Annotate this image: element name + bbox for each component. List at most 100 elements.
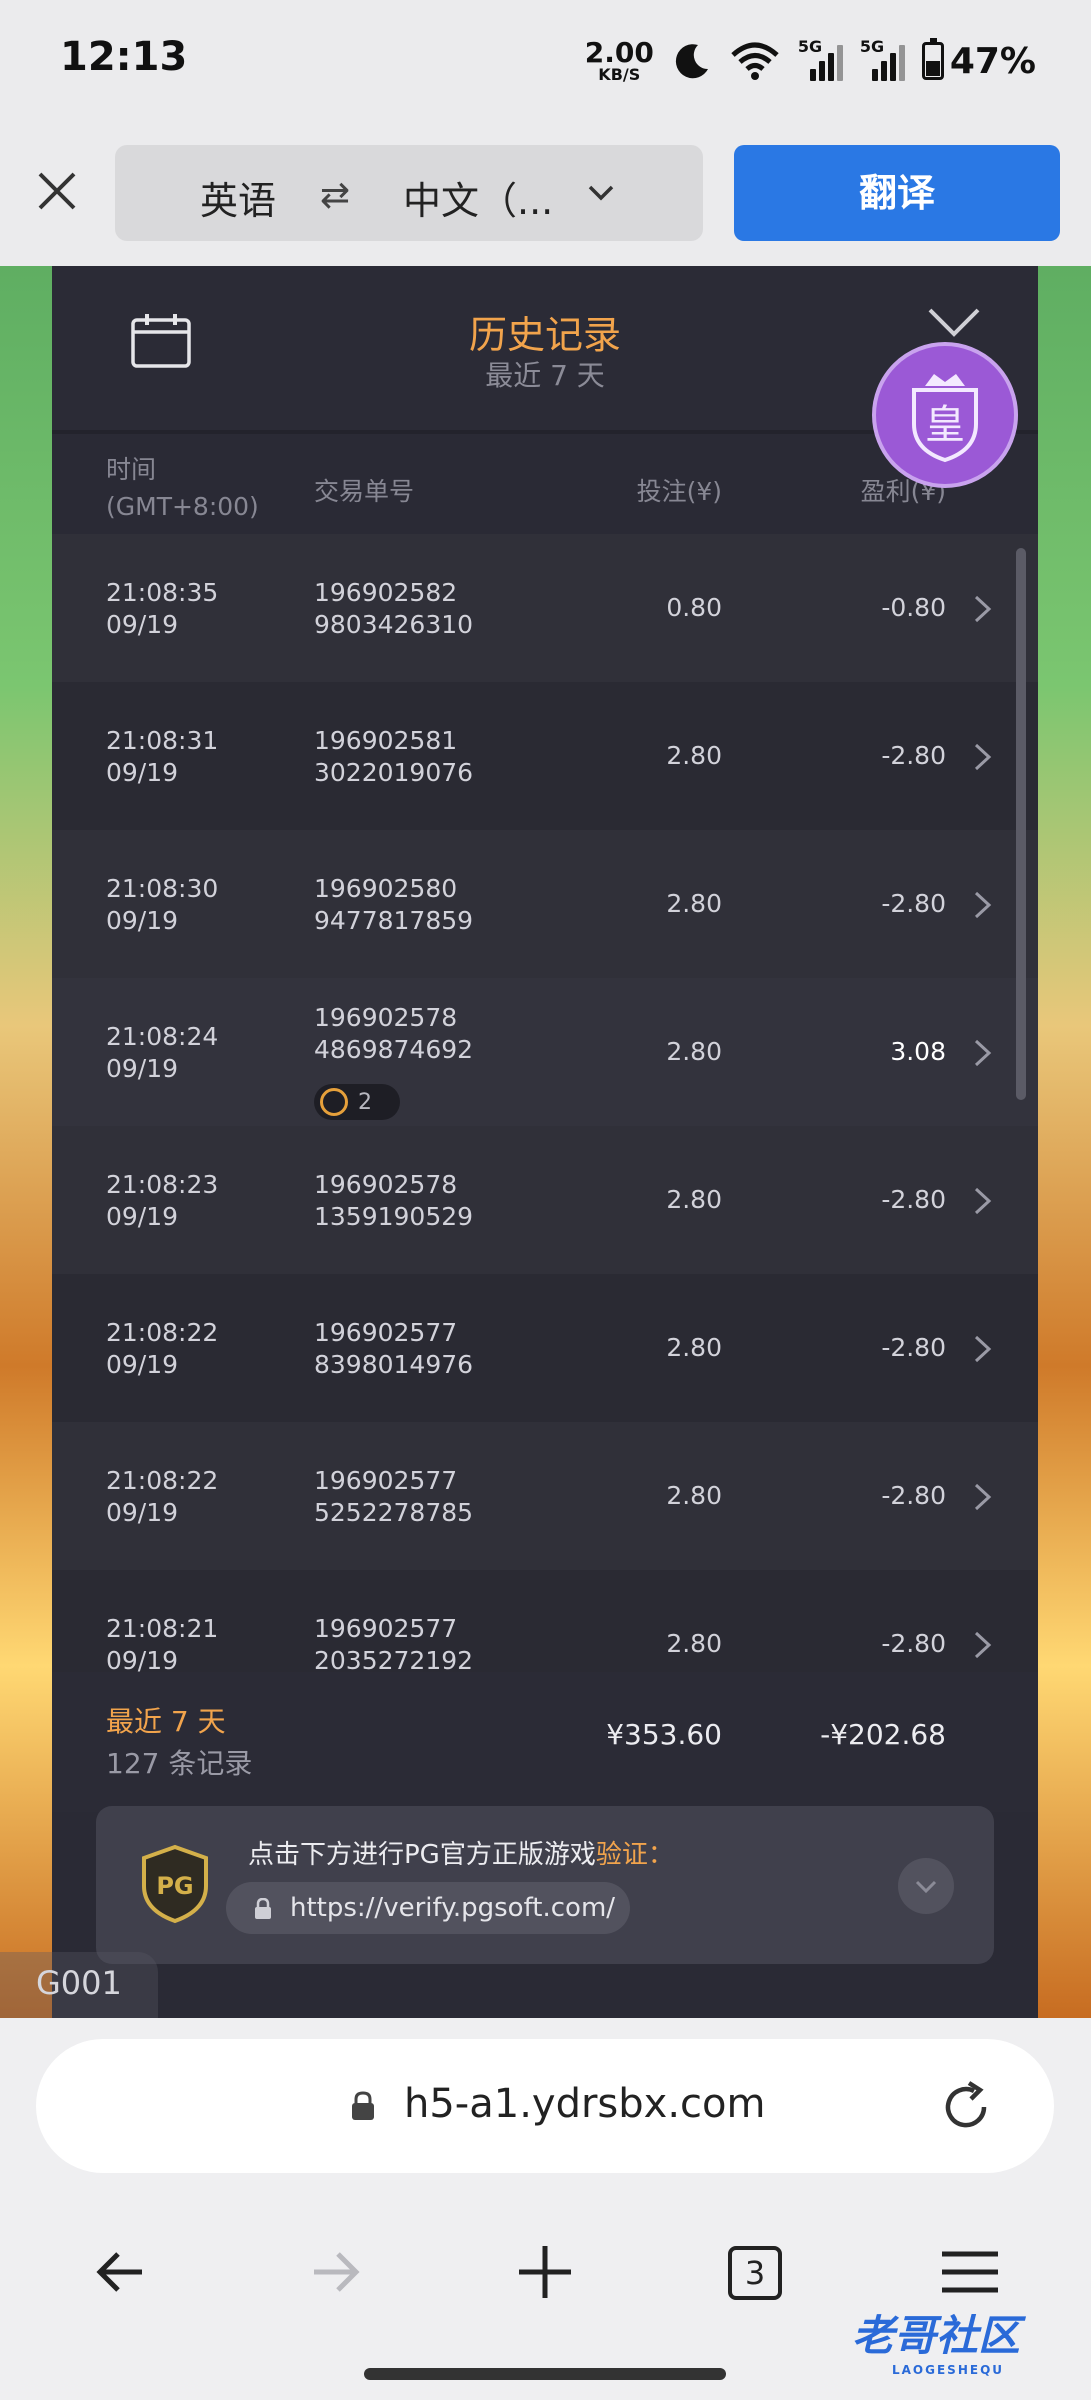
row-id-part1: 196902580 — [314, 874, 458, 903]
row-date: 09/19 — [106, 906, 179, 935]
language-selector[interactable]: 英语 ⇄ 中文（... — [115, 145, 703, 241]
signal2-label: 5G — [859, 37, 885, 56]
bottom-navigation: 3 老哥社区 LAOGESHEQU — [0, 2196, 1091, 2400]
address-bar: h5-a1.ydrsbx.com — [0, 2018, 1091, 2196]
row-bet: 2.80 — [666, 741, 722, 770]
row-id-part1: 196902577 — [314, 1466, 458, 1495]
translate-button[interactable]: 翻译 — [734, 145, 1060, 241]
game-code: G001 — [0, 1952, 158, 2018]
col-time: 时间 — [106, 455, 157, 484]
close-icon[interactable] — [34, 168, 80, 214]
translate-bar: 英语 ⇄ 中文（... 翻译 — [0, 120, 1091, 266]
watermark-sub: LAOGESHEQU — [892, 2363, 1005, 2377]
free-spin-badge: 2 — [314, 1084, 400, 1120]
status-bar: 12:13 2.00 KB/S 5G 5G 47% — [0, 0, 1091, 120]
row-id-part1: 196902581 — [314, 726, 458, 755]
row-id-part2: 9803426310 — [314, 610, 474, 639]
table-row[interactable]: 21:08:22 09/19 196902577 8398014976 2.80 -… — [52, 1274, 1038, 1422]
summary-range: 最近 7 天 — [106, 1705, 226, 1738]
row-time: 21:08:31 — [106, 726, 219, 755]
table-row[interactable]: 21:08:22 09/19 196902577 5252278785 2.80 -… — [52, 1422, 1038, 1570]
signal1-label: 5G — [797, 37, 823, 56]
row-time: 21:08:35 — [106, 578, 219, 607]
row-bet: 2.80 — [666, 1629, 722, 1658]
row-id-part1: 196902578 — [314, 1170, 458, 1199]
battery-level: 47% — [949, 40, 1036, 82]
watermark-text: 老哥社区 — [852, 2311, 1021, 2360]
row-bet: 2.80 — [666, 1185, 722, 1214]
table-row[interactable]: 21:08:31 09/19 196902581 3022019076 2.80 -… — [52, 682, 1038, 830]
row-time: 21:08:24 — [106, 1022, 219, 1051]
target-language[interactable]: 中文（... — [403, 170, 553, 225]
table-row[interactable]: 21:08:23 09/19 196902578 1359190529 2.80 -… — [52, 1126, 1038, 1274]
reload-icon[interactable] — [936, 2077, 996, 2137]
row-profit: -0.80 — [881, 593, 946, 622]
chevron-right-icon[interactable] — [972, 1186, 994, 1216]
scrollbar[interactable] — [1016, 548, 1026, 1100]
free-spin-icon — [320, 1088, 348, 1116]
row-bet: 0.80 — [666, 593, 722, 622]
verify-text-main: 点击下方进行PG官方正版游戏 — [248, 1840, 596, 1870]
row-profit: -2.80 — [881, 889, 946, 918]
row-date: 09/19 — [106, 758, 179, 787]
back-icon[interactable] — [90, 2240, 154, 2304]
avatar-char: 皇 — [925, 402, 965, 448]
table-row[interactable]: 21:08:30 09/19 196902580 9477817859 2.80 -… — [52, 830, 1038, 978]
history-summary: 最近 7 天 127 条记录 ¥353.60 -¥202.68 — [52, 1672, 1038, 1812]
row-bet: 2.80 — [666, 1037, 722, 1066]
swap-languages-icon[interactable]: ⇄ — [320, 175, 350, 216]
verify-text: 点击下方进行PG官方正版游戏验证： — [248, 1834, 674, 1871]
verify-link[interactable]: https://verify.pgsoft.com/ — [226, 1882, 630, 1934]
home-indicator[interactable] — [364, 2368, 726, 2380]
avatar[interactable]: 皇 — [872, 342, 1018, 488]
row-time: 21:08:22 — [106, 1466, 219, 1495]
table-row[interactable]: 21:08:35 09/19 196902582 9803426310 0.80 -… — [52, 534, 1038, 682]
row-profit: -2.80 — [881, 1629, 946, 1658]
verify-url[interactable]: https://verify.pgsoft.com/ — [290, 1893, 615, 1923]
game-viewport: 历史记录 最近 7 天 时间 (GMT+8:00) 交易单号 投注(¥) 盈利(… — [0, 266, 1091, 2018]
chevron-down-icon[interactable] — [583, 175, 619, 211]
row-id-part2: 5252278785 — [314, 1498, 474, 1527]
col-order-id: 交易单号 — [314, 477, 415, 506]
moon-icon — [675, 44, 708, 79]
row-date: 09/19 — [106, 1646, 179, 1672]
chevron-right-icon[interactable] — [972, 594, 994, 624]
summary-total-profit: -¥202.68 — [820, 1718, 946, 1751]
chevron-right-icon[interactable] — [972, 890, 994, 920]
history-list: 21:08:35 09/19 196902582 9803426310 0.80 -… — [52, 534, 1038, 1672]
col-bet: 投注(¥) — [636, 477, 722, 506]
chevron-right-icon[interactable] — [972, 1482, 994, 1512]
watermark: 老哥社区 LAOGESHEQU — [852, 2302, 1072, 2377]
tabs-button[interactable]: 3 — [728, 2246, 782, 2300]
summary-total-bet: ¥353.60 — [606, 1718, 722, 1751]
speed-value: 2.00 — [584, 36, 654, 69]
row-id-part2: 4869874692 — [314, 1035, 474, 1064]
lock-icon — [255, 1898, 271, 1919]
row-id-part1: 196902578 — [314, 1003, 458, 1032]
menu-icon[interactable] — [938, 2240, 1002, 2304]
row-bet: 2.80 — [666, 1333, 722, 1362]
forward-icon[interactable] — [302, 2240, 366, 2304]
url-field[interactable]: h5-a1.ydrsbx.com — [36, 2039, 1054, 2173]
row-profit: -2.80 — [881, 1185, 946, 1214]
history-panel: 历史记录 最近 7 天 时间 (GMT+8:00) 交易单号 投注(¥) 盈利(… — [52, 266, 1038, 2018]
expand-button[interactable] — [898, 1858, 954, 1914]
chevron-right-icon[interactable] — [972, 1038, 994, 1068]
chevron-right-icon[interactable] — [972, 1334, 994, 1364]
row-id-part1: 196902582 — [314, 578, 458, 607]
url-text[interactable]: h5-a1.ydrsbx.com — [404, 2081, 765, 2127]
signal-icon: 5G — [798, 37, 843, 81]
table-row[interactable]: 21:08:21 09/19 196902577 2035272192 2.80 -… — [52, 1570, 1038, 1672]
source-language[interactable]: 英语 — [200, 170, 276, 225]
chevron-right-icon[interactable] — [972, 1630, 994, 1660]
battery: 47% — [921, 38, 1036, 82]
row-date: 09/19 — [106, 1498, 179, 1527]
row-bet: 2.80 — [666, 889, 722, 918]
chevron-right-icon[interactable] — [972, 742, 994, 772]
pg-logo-text: PG — [156, 1872, 193, 1900]
row-date: 09/19 — [106, 1054, 179, 1083]
new-tab-icon[interactable] — [513, 2240, 577, 2304]
status-time: 12:13 — [60, 34, 188, 80]
table-row[interactable]: 21:08:24 09/19 196902578 4869874692 2 2.80… — [52, 978, 1038, 1126]
close-icon[interactable] — [926, 306, 982, 346]
